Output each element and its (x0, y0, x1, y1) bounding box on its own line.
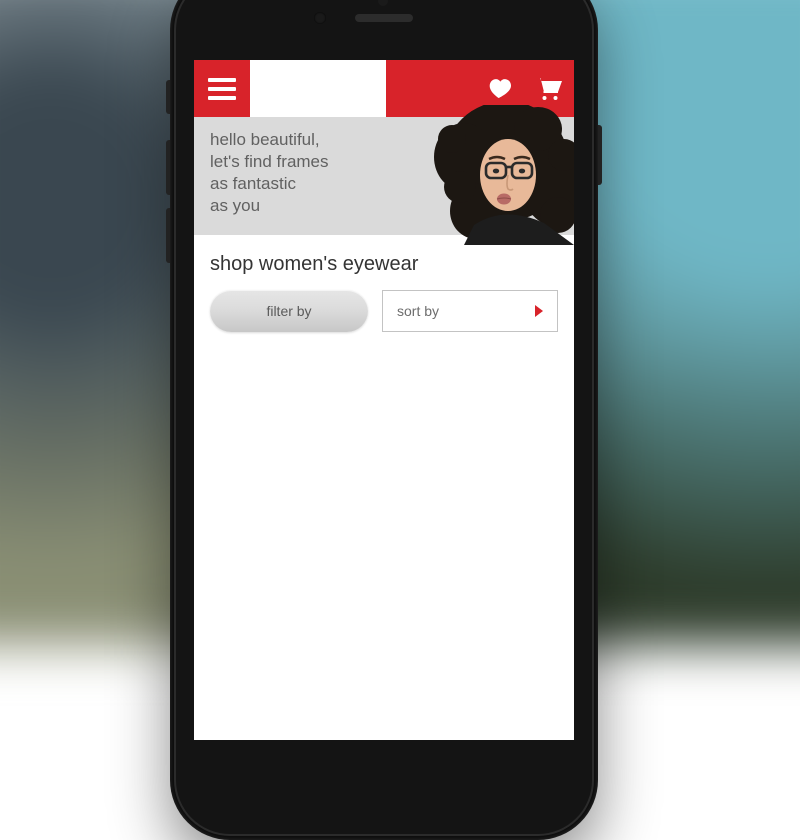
hamburger-icon (208, 78, 236, 100)
phone-frame: hello beautiful, let's find frames as fa… (170, 0, 598, 840)
hero-line-1: hello beautiful, (210, 130, 320, 149)
hero-copy: hello beautiful, let's find frames as fa… (210, 129, 329, 217)
earpiece-speaker (355, 14, 413, 22)
proximity-sensor (378, 0, 388, 6)
mute-switch (166, 80, 170, 114)
sort-by-button[interactable]: sort by (382, 290, 558, 332)
power-button (598, 125, 602, 185)
hero-line-3: as fantastic (210, 174, 296, 193)
catalog-controls: filter by sort by (194, 290, 574, 332)
filter-by-button[interactable]: filter by (210, 290, 368, 332)
cart-icon (535, 77, 563, 101)
heart-icon (488, 77, 514, 101)
volume-up-button (166, 140, 170, 195)
sort-by-label: sort by (397, 303, 439, 319)
hero-line-4: as you (210, 196, 260, 215)
brand-logo-placeholder (250, 60, 386, 117)
menu-button[interactable] (194, 60, 250, 117)
hero-line-2: let's find frames (210, 152, 329, 171)
volume-down-button (166, 208, 170, 263)
front-camera (314, 12, 326, 24)
hero-model-image (404, 105, 574, 245)
phone-screen: hello beautiful, let's find frames as fa… (194, 60, 574, 740)
caret-right-icon (535, 305, 543, 317)
hero-banner: hello beautiful, let's find frames as fa… (194, 117, 574, 235)
